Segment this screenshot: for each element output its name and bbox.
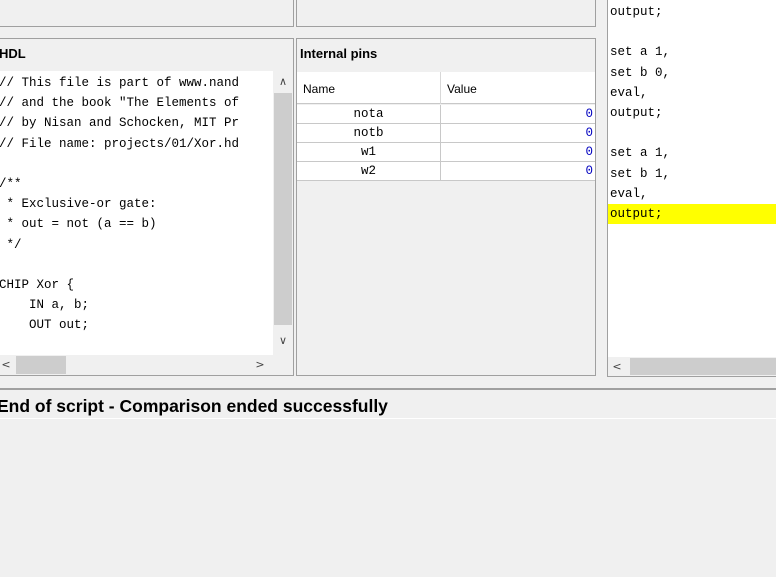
hdl-code-line: CHIP Xor { [0,277,75,292]
pins-header-name[interactable]: Name [303,82,335,96]
scroll-left-icon[interactable]: < [610,360,624,373]
script-line: set b 1, [610,166,671,181]
hdl-code-line: // and the book "The Elements of [0,96,240,111]
top-left-panel [0,0,294,27]
hdl-code-line [0,154,273,174]
scroll-thumb[interactable] [16,356,66,374]
pins-header-value[interactable]: Value [447,82,477,96]
pins-title: Internal pins [300,46,378,61]
scroll-thumb[interactable] [274,93,292,325]
top-middle-panel [296,0,596,27]
script-line [608,22,776,42]
hdl-code: // This file is part of www.nand // and t… [0,71,273,335]
hdl-code-line: // by Nisan and Schocken, MIT Pr [0,116,240,131]
pins-table-row[interactable]: w2 0 [297,162,595,181]
status-message: End of script - Comparison ended success… [0,396,388,416]
hdl-horizontal-scrollbar[interactable]: < > [0,355,273,375]
script-line: set b 0, [610,65,671,80]
hdl-code-line: IN a, b; [0,298,90,313]
pins-table-row[interactable]: w1 0 [297,143,595,162]
script-line: eval, [610,186,648,201]
status-underline [0,418,776,419]
pins-table-row[interactable]: notb 0 [297,124,595,143]
pins-table: Name Value nota 0 notb 0 w1 0 w2 0 [297,72,595,375]
pin-value: 0 [585,145,593,159]
hdl-vertical-scrollbar[interactable]: ∧ ∨ [273,71,293,355]
hdl-editor[interactable]: // This file is part of www.nand // and t… [0,71,273,355]
hdl-code-line: // File name: projects/01/Xor.hd [0,136,240,151]
hdl-code-line: /** [0,176,22,191]
script-horizontal-scrollbar[interactable]: < [608,357,776,376]
script-line-highlighted: output; [608,203,776,225]
scroll-thumb[interactable] [630,358,776,375]
pins-header: Name Value [297,72,595,104]
hdl-code-line: // This file is part of www.nand [0,76,240,90]
pin-name: nota [353,107,384,121]
pins-rows: nota 0 notb 0 w1 0 w2 0 [297,105,595,181]
script-line [608,123,776,143]
hdl-code-line: * Exclusive-or gate: [0,197,157,212]
pin-value: 0 [585,126,593,140]
script-line: output; [610,5,663,19]
divider [0,388,776,390]
script-panel: output; set a 1, set b 0, eval, output; set a… [607,0,776,377]
script-line: set a 1, [610,146,671,161]
scroll-down-icon[interactable]: ∨ [273,334,293,347]
script-code: output; set a 1, set b 0, eval, output; set a… [608,2,776,225]
pin-name: notb [353,126,384,140]
script-line: set a 1, [610,45,671,60]
pin-value: 0 [585,164,593,178]
pin-name: w2 [360,164,376,178]
scroll-right-icon[interactable]: > [253,358,267,371]
hdl-code-line [0,255,273,275]
hdl-code-line: * out = not (a == b) [0,217,157,232]
scroll-up-icon[interactable]: ∧ [273,75,293,88]
hdl-code-line: */ [0,237,22,252]
pin-name: w1 [360,145,376,159]
hdl-code-line: OUT out; [0,318,90,333]
script-line: eval, [610,85,648,100]
pin-value: 0 [585,107,593,121]
pins-table-row[interactable]: nota 0 [297,105,595,124]
pins-header-divider [440,72,441,104]
scroll-left-icon[interactable]: < [0,358,13,371]
script-line: output; [610,105,663,120]
